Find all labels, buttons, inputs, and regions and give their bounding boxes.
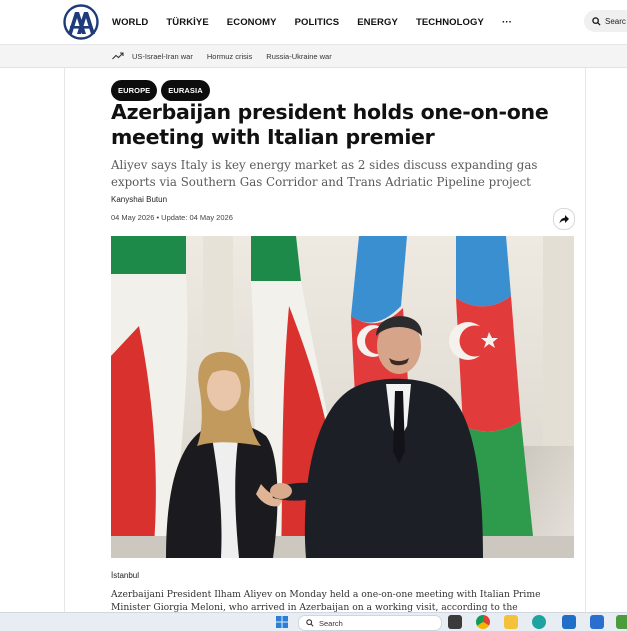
search-button[interactable]: Searc [584, 10, 627, 32]
publish-dates: 04 May 2026 • Update: 04 May 2026 [111, 213, 233, 222]
search-icon [306, 619, 314, 627]
app-icon[interactable] [616, 615, 627, 629]
anadolu-agency-logo[interactable] [62, 4, 100, 40]
nav-economy[interactable]: ECONOMY [227, 17, 277, 28]
edge-icon[interactable] [532, 615, 546, 629]
article-container: EUROPE EURASIA Azerbaijan president hold… [64, 68, 586, 613]
top-navigation: WORLD TÜRKİYE ECONOMY POLITICS ENERGY TE… [0, 0, 627, 45]
share-arrow-icon [559, 214, 569, 223]
share-button[interactable] [553, 208, 575, 230]
outlook-icon[interactable] [562, 615, 576, 629]
folder-icon[interactable] [504, 615, 518, 629]
trending-icon [112, 52, 124, 60]
author-name[interactable]: Kanyshai Butun [111, 195, 167, 204]
search-icon [592, 16, 601, 26]
trending-link[interactable]: US-Israel-Iran war [132, 52, 193, 61]
trending-bar: US-Israel-Iran war Hormuz crisis Russia-… [0, 45, 627, 68]
taskbar-search[interactable]: Search [298, 615, 442, 631]
trending-link[interactable]: Russia-Ukraine war [266, 52, 331, 61]
article-headline: Azerbaijan president holds one-on-one me… [111, 100, 549, 149]
nav-politics[interactable]: POLITICS [295, 17, 340, 28]
store-icon[interactable] [590, 615, 604, 629]
nav-energy[interactable]: ENERGY [357, 17, 398, 28]
dateline: İstanbul [111, 571, 140, 580]
windows-start-icon[interactable] [276, 616, 288, 628]
article-subtitle: Aliyev says Italy is key energy market a… [111, 158, 538, 189]
windows-taskbar: Search [0, 612, 627, 631]
file-explorer-icon[interactable] [448, 615, 462, 629]
tag-eurasia[interactable]: EURASIA [161, 80, 210, 101]
trending-link[interactable]: Hormuz crisis [207, 52, 252, 61]
article-photo [111, 236, 574, 558]
taskbar-search-label: Search [319, 618, 343, 628]
category-tags: EUROPE EURASIA [111, 80, 214, 101]
nav-technology[interactable]: TECHNOLOGY [416, 17, 484, 28]
tag-europe[interactable]: EUROPE [111, 80, 158, 101]
nav-world[interactable]: WORLD [112, 17, 148, 28]
nav-turkiye[interactable]: TÜRKİYE [166, 17, 208, 28]
chrome-icon[interactable] [476, 615, 490, 629]
search-label: Searc [605, 16, 626, 26]
main-menu: WORLD TÜRKİYE ECONOMY POLITICS ENERGY TE… [112, 0, 512, 44]
article-body: Azerbaijani President Ilham Aliyev on Mo… [111, 589, 541, 613]
more-menu-button[interactable]: ··· [502, 17, 512, 28]
